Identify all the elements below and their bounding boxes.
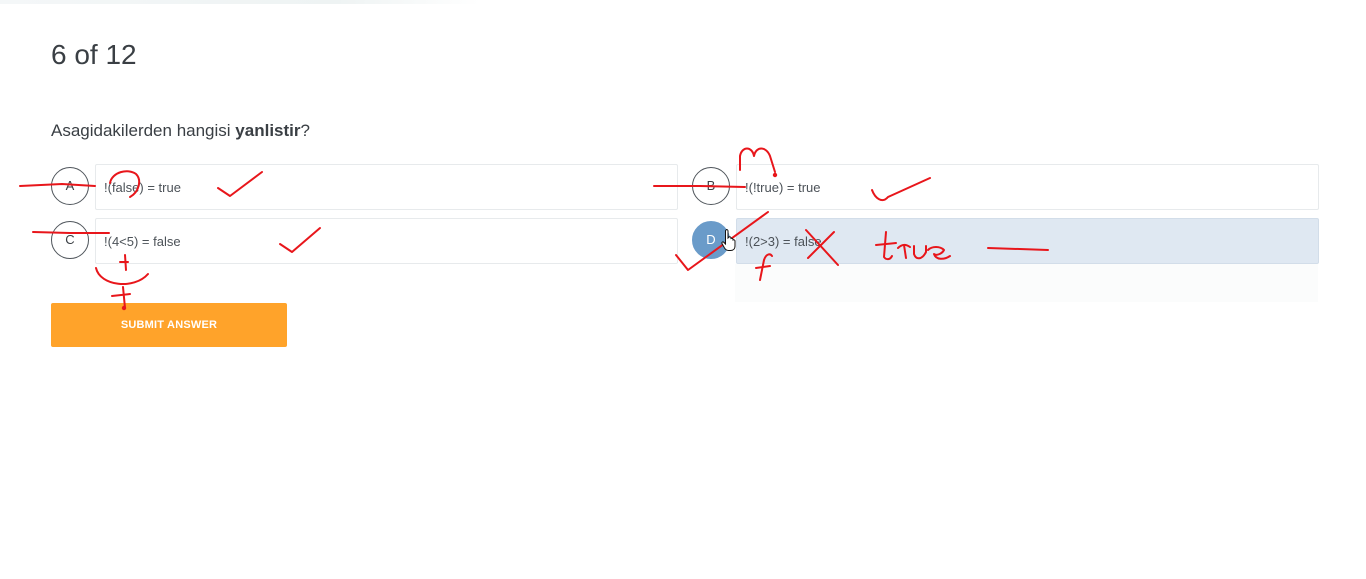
option-c-letter[interactable]: C — [51, 221, 89, 259]
option-a-box[interactable]: !(false) = true — [95, 164, 678, 210]
underline-bracket — [95, 267, 149, 286]
option-b-letter[interactable]: B — [692, 167, 730, 205]
option-b[interactable]: B !(!true) = true — [692, 164, 1319, 210]
question-emphasis: yanlistir — [235, 121, 301, 140]
question-prefix: Asagidakilerden hangisi — [51, 121, 236, 140]
option-a[interactable]: A !(false) = true — [51, 164, 678, 210]
option-b-box[interactable]: !(!true) = true — [736, 164, 1319, 210]
option-a-letter[interactable]: A — [51, 167, 89, 205]
question-counter: 6 of 12 — [51, 39, 137, 70]
option-a-text: !(false) = true — [104, 180, 181, 195]
hover-shadow-panel — [735, 264, 1318, 302]
option-c[interactable]: C !(4<5) = false — [51, 218, 678, 264]
option-d-text: !(2>3) = false — [745, 234, 822, 249]
option-d-selected[interactable]: D !(2>3) = false — [692, 218, 1319, 264]
option-b-text: !(!true) = true — [745, 180, 821, 195]
top-progress-strip — [0, 0, 480, 4]
quiz-page: 6 of 12 Asagidakilerden hangisi yanlisti… — [0, 0, 1366, 579]
option-c-box[interactable]: !(4<5) = false — [95, 218, 678, 264]
option-d-box[interactable]: !(2>3) = false — [736, 218, 1319, 264]
question-text: Asagidakilerden hangisi yanlistir? — [51, 119, 310, 143]
hand-pointer-cursor-icon — [721, 229, 736, 251]
question-suffix: ? — [300, 121, 310, 140]
option-c-text: !(4<5) = false — [104, 234, 181, 249]
submit-answer-button[interactable]: SUBMIT ANSWER — [51, 303, 287, 347]
